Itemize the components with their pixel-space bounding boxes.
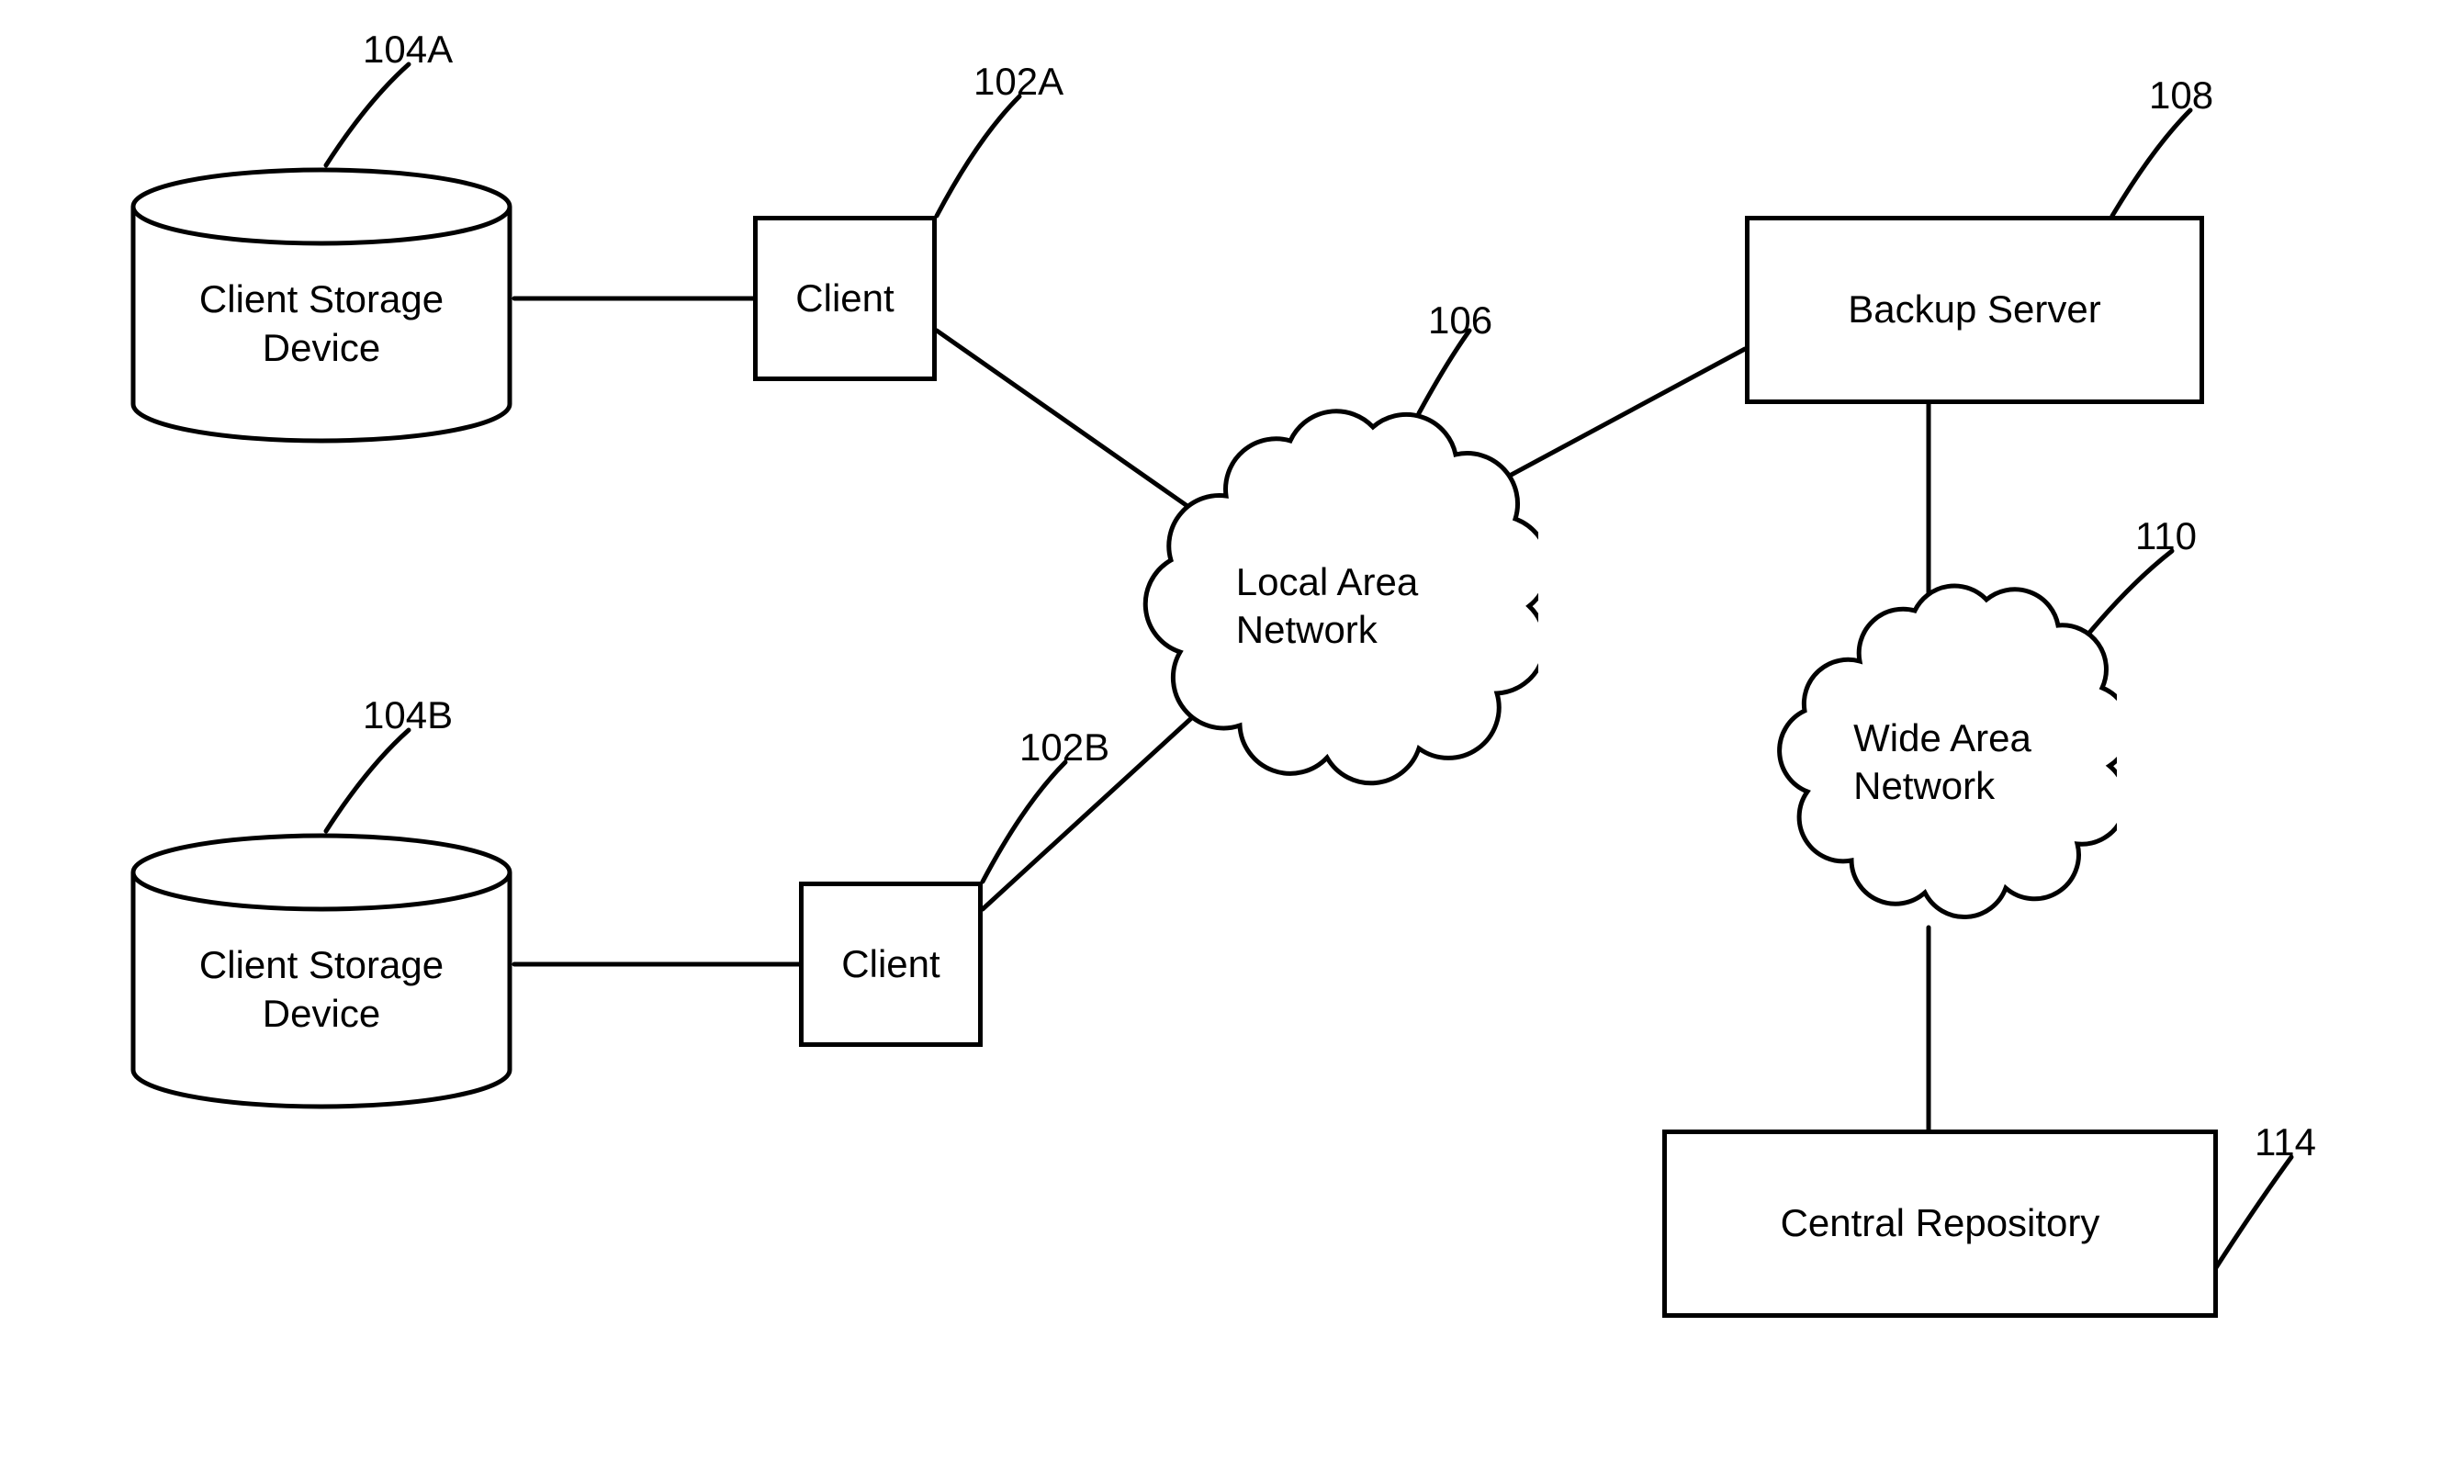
central-repository: Central Repository: [1662, 1130, 2218, 1318]
client-a: Client: [753, 216, 937, 381]
local-area-network-cloud: Local Area Network: [1116, 404, 1538, 808]
ref-110: 110: [2135, 514, 2197, 558]
diagram-canvas: Client Storage Device 104A Client Storag…: [0, 0, 2464, 1484]
wide-area-network-label: Wide Area Network: [1853, 714, 2031, 811]
ref-104a: 104A: [363, 28, 453, 72]
client-storage-device-a: Client Storage Device: [129, 165, 514, 445]
backup-server: Backup Server: [1745, 216, 2204, 404]
client-a-label: Client: [795, 275, 894, 323]
client-b-label: Client: [841, 940, 939, 989]
ref-102a: 102A: [973, 60, 1063, 104]
ref-102b: 102B: [1019, 725, 1109, 770]
client-storage-device-b-label: Client Storage Device: [129, 941, 514, 1038]
client-b: Client: [799, 882, 983, 1047]
wide-area-network-cloud: Wide Area Network: [1768, 579, 2117, 946]
ref-114: 114: [2255, 1120, 2316, 1164]
ref-106: 106: [1428, 298, 1492, 343]
ref-108: 108: [2149, 73, 2213, 118]
ref-104b: 104B: [363, 693, 453, 737]
client-storage-device-a-label: Client Storage Device: [129, 275, 514, 372]
central-repository-label: Central Repository: [1781, 1199, 2100, 1248]
client-storage-device-b: Client Storage Device: [129, 831, 514, 1111]
backup-server-label: Backup Server: [1848, 286, 2100, 334]
local-area-network-label: Local Area Network: [1236, 558, 1418, 655]
